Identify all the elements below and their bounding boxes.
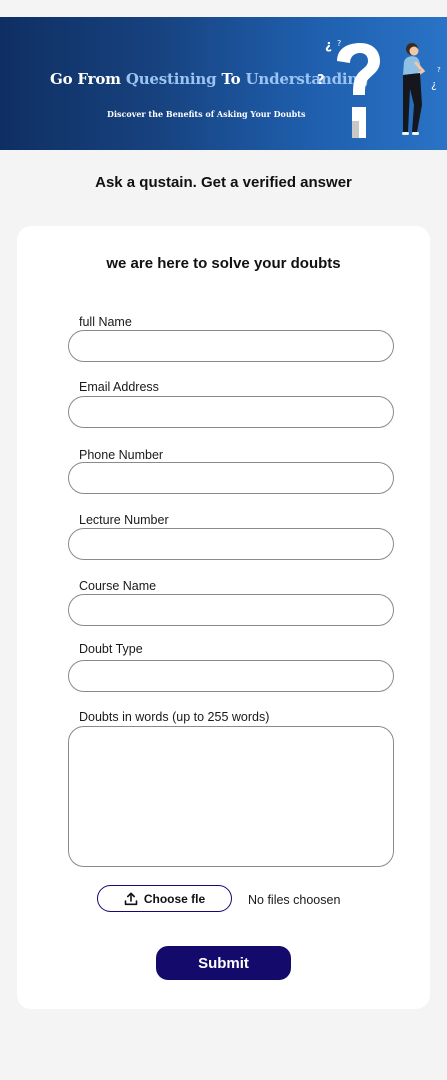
person-shoe [402,132,409,135]
small-question-icon: ? [337,39,341,48]
phone-label: Phone Number [79,448,164,462]
small-question-icon: ? [317,73,325,88]
banner-title-accent: Questining [125,70,217,88]
small-question-icon: ¿ [325,38,332,52]
form-heading: we are here to solve your doubts [106,255,341,272]
email-label: Email Address [79,380,159,394]
course-name-input[interactable] [68,594,394,626]
course-name-label: Course Name [79,579,157,593]
banner-title-text: To [216,70,246,88]
person-pants [403,73,422,132]
choose-file-button[interactable]: Choose fle [97,885,232,912]
lecture-number-label: Lecture Number [79,513,169,527]
doubt-type-input[interactable] [68,660,394,692]
question-mark-shape [337,43,380,95]
page: Go From Questining To Understanding Disc… [0,0,447,1080]
doubt-words-textarea[interactable] [68,726,394,867]
page-heading: Ask a qustain. Get a verified answer [95,174,352,191]
banner-title-text: Go From [50,70,126,88]
doubt-type-label: Doubt Type [79,642,143,656]
person-shoe [412,132,419,135]
upload-icon [124,892,138,905]
doubt-form-card: we are here to solve your doubts full Na… [17,226,430,1009]
banner-subtitle: Discover the Benefits of Asking Your Dou… [107,109,306,119]
person-face [409,46,419,56]
file-status-text: No files choosen [248,893,341,907]
full-name-label: full Name [79,315,132,329]
doubt-words-label: Doubts in words (up to 255 words) [79,710,270,724]
hero-banner: Go From Questining To Understanding Disc… [0,17,447,150]
small-question-icon: ¿ [431,78,437,91]
phone-input[interactable] [68,462,394,494]
choose-file-label: Choose fle [143,891,206,906]
lecture-number-input[interactable] [68,528,394,560]
submit-button[interactable]: Submit [156,946,291,980]
question-mark-shadow [352,121,359,138]
small-question-icon: ? [437,66,441,74]
question-mark-person-illustration: ? ¿ ? ¿ ? [317,38,441,138]
email-input[interactable] [68,396,394,428]
full-name-input[interactable] [68,330,394,362]
